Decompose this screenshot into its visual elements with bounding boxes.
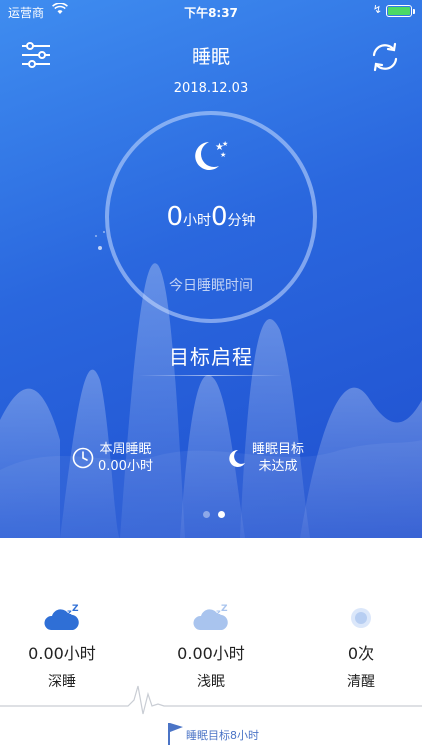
svg-text:★: ★ [222,140,228,148]
page-dot[interactable] [203,511,210,518]
sleep-goal-stat: 睡眠目标 未达成 [226,441,304,475]
page-title: 睡眠 [191,46,230,68]
minutes-value: 0 [211,202,228,232]
status-bar: 运营商 下午8:37 ↯ [0,0,422,22]
moon-icon [229,449,245,467]
date-label[interactable]: 2018.12.03 [0,81,422,96]
charging-icon: ↯ [372,3,382,16]
sleep-duration: 0小时0分钟 [0,202,422,232]
page-indicator[interactable] [199,511,229,518]
target-start-button[interactable]: 目标启程 [0,341,422,370]
minutes-unit: 分钟 [227,213,256,229]
awake-circle-icon [351,608,371,628]
target-underline [138,375,284,376]
week-sleep-label: 本周睡眠 [99,442,152,457]
awake-count-value: 0次 [347,644,375,663]
week-sleep-value: 0.00小时 [98,459,153,474]
page-dot[interactable] [218,511,225,518]
sleep-goal-footer: 睡眠目标8小时 [186,729,259,742]
heartbeat-line [0,685,422,715]
hours-unit: 小时 [183,213,211,229]
svg-text:★: ★ [220,151,226,159]
svg-text:Z: Z [221,604,228,614]
week-sleep-stat: 本周睡眠 0.00小时 [72,441,153,475]
metric-deep-sleep: z Z 0.00小时 深睡 [0,604,127,691]
metric-awake: 0次 清醒 [296,604,422,691]
metric-light-sleep: z Z 0.00小时 浅眠 [146,604,276,691]
sleep-goal-value: 未达成 [258,459,298,474]
flag-icon [168,723,183,745]
hours-value: 0 [166,202,183,232]
svg-text:Z: Z [72,604,79,614]
battery-icon [386,5,412,17]
battery-cap [413,9,415,14]
sleep-goal-label: 睡眠目标 [252,442,305,457]
refresh-icon[interactable] [368,40,402,74]
clock-icon [72,447,94,469]
light-sleep-cloud-icon: z Z [193,604,228,630]
sleep-hero-panel: 运营商 下午8:37 ↯ 睡眠 2018.12.03 ★ ★ ★ 0小时0分钟 … [0,0,422,538]
status-time: 下午8:37 [184,6,238,20]
today-sleep-caption: 今日睡眠时间 [169,278,253,294]
moon-stars-icon: ★ ★ ★ [195,140,228,170]
deep-sleep-value: 0.00小时 [28,644,96,663]
light-sleep-value: 0.00小时 [177,644,245,663]
deep-sleep-cloud-icon: z Z [44,604,79,630]
